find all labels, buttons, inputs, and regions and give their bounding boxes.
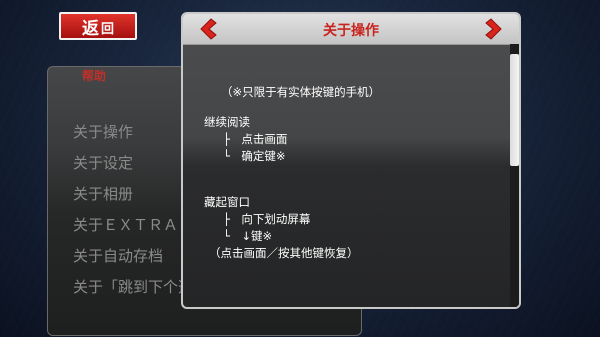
back-button-sublabel: 回 (100, 22, 114, 37)
chevron-right-icon[interactable] (483, 18, 505, 40)
hide-window-swipe-down: ├ 向下划动屏幕 (223, 212, 311, 226)
continue-reading-tap-screen: ├ 点击画面 (223, 132, 288, 146)
menu-title: 帮助 (82, 69, 107, 83)
dialog-title: 关于操作 (323, 23, 379, 39)
continue-reading-confirm-key: └ 确定键※ (223, 149, 286, 163)
section-heading-continue-reading: 继续阅读 (204, 115, 250, 129)
scrollbar-thumb[interactable] (510, 54, 519, 166)
dialog-scrollbar[interactable] (510, 44, 519, 307)
hide-window-down-key: └ ↓键※ (223, 229, 273, 243)
back-button[interactable]: 返 回 (59, 12, 137, 40)
back-button-label: 返 (81, 18, 99, 39)
hide-window-restore-note: （点击画面／按其他键恢复） (209, 246, 359, 260)
help-dialog: 关于操作 （※只限于有实体按键的手机） 继续阅读 ├ 点击画面 └ 确定键※ 藏… (181, 12, 521, 309)
device-note: （※只限于有实体按键的手机） (221, 85, 381, 99)
dialog-header: 关于操作 (183, 14, 519, 45)
section-heading-hide-window: 藏起窗口 (204, 195, 250, 209)
